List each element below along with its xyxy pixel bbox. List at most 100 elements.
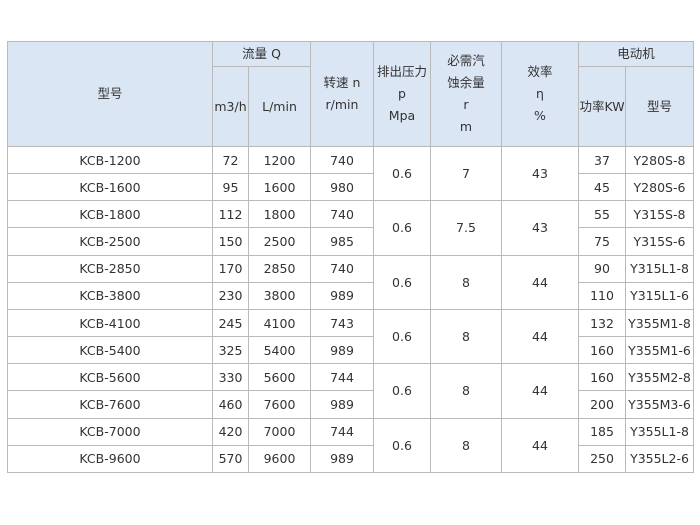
table-header: 型号 流量 Q 转速 n r/min 排出压力 p Mpa 必需汽 蚀余量 r m 效率 η%… — [7, 41, 695, 147]
table-row: KCB-1600 95 1600 980 45 Y280S-6 — [7, 173, 695, 202]
header-motor: 电动机 — [577, 41, 695, 67]
cell-motor-power: 55 — [578, 200, 626, 229]
cell-pressure: 0.6 — [373, 308, 431, 365]
cell-pressure: 0.6 — [373, 254, 431, 310]
cell-motor-model: Y355M1-8 — [624, 308, 695, 338]
cell-model: KCB-1600 — [7, 173, 213, 202]
cell-motor-power: 45 — [578, 173, 626, 202]
cell-motor-model: Y315L1-6 — [624, 281, 695, 310]
cell-motor-power: 185 — [578, 417, 626, 446]
cell-pressure: 0.6 — [373, 200, 431, 256]
cell-motor-power: 200 — [578, 390, 626, 419]
cell-speed: 740 — [310, 145, 374, 175]
cell-pressure: 0.6 — [373, 145, 431, 202]
cell-npsh: 7.5 — [430, 200, 502, 256]
table-row: KCB-7000 420 7000 744 0.6 8 44 185 Y355L1-8 — [7, 417, 695, 474]
cell-flow-m3h: 95 — [212, 173, 249, 202]
cell-motor-model: Y355L2-6 — [624, 444, 695, 474]
cell-speed: 985 — [310, 227, 374, 256]
cell-flow-lmin: 7600 — [248, 390, 311, 419]
header-flow-m3h: m3/h — [212, 66, 249, 147]
cell-motor-model: Y280S-8 — [624, 145, 695, 175]
header-motor-power: 功率KW — [578, 66, 626, 147]
cell-motor-power: 90 — [578, 254, 626, 283]
cell-flow-m3h: 72 — [212, 145, 249, 175]
cell-model: KCB-4100 — [7, 308, 213, 338]
cell-pressure: 0.6 — [373, 417, 431, 474]
cell-model: KCB-1200 — [7, 145, 213, 175]
cell-motor-model: Y280S-6 — [624, 173, 695, 202]
cell-efficiency: 44 — [501, 254, 579, 310]
cell-flow-lmin: 3800 — [248, 281, 311, 310]
cell-flow-lmin: 1600 — [248, 173, 311, 202]
cell-flow-m3h: 230 — [212, 281, 249, 310]
cell-flow-lmin: 4100 — [248, 308, 311, 338]
cell-flow-lmin: 5600 — [248, 363, 311, 392]
cell-speed: 744 — [310, 417, 374, 446]
cell-npsh: 8 — [430, 308, 502, 365]
cell-speed: 743 — [310, 308, 374, 338]
header-flow: 流量 Q — [212, 41, 311, 67]
cell-speed: 989 — [310, 336, 374, 365]
cell-flow-lmin: 5400 — [248, 336, 311, 365]
cell-flow-lmin: 9600 — [248, 444, 311, 474]
cell-motor-power: 132 — [578, 308, 626, 338]
cell-flow-m3h: 245 — [212, 308, 249, 338]
cell-flow-m3h: 170 — [212, 254, 249, 283]
table-row: KCB-4100 245 4100 743 0.6 8 44 132 Y355M1-8 — [7, 308, 695, 365]
cell-motor-model: Y355M3-6 — [624, 390, 695, 419]
cell-motor-model: Y315S-8 — [624, 200, 695, 229]
cell-model: KCB-3800 — [7, 281, 213, 310]
cell-efficiency: 44 — [501, 363, 579, 419]
cell-model: KCB-2500 — [7, 227, 213, 256]
cell-efficiency: 44 — [501, 417, 579, 474]
header-model: 型号 — [7, 41, 213, 147]
cell-flow-m3h: 570 — [212, 444, 249, 474]
cell-speed: 989 — [310, 444, 374, 474]
header-motor-model: 型号 — [624, 66, 695, 147]
table-body: KCB-1200 72 1200 740 0.6 7 43 37 Y280S-8 KCB-1600… — [7, 145, 695, 474]
table-row: KCB-7600 460 7600 989 200 Y355M3-6 — [7, 390, 695, 419]
cell-npsh: 8 — [430, 254, 502, 310]
cell-model: KCB-5600 — [7, 363, 213, 392]
cell-motor-model: Y355M2-8 — [624, 363, 695, 392]
table-row: KCB-3800 230 3800 989 110 Y315L1-6 — [7, 281, 695, 310]
cell-flow-lmin: 7000 — [248, 417, 311, 446]
cell-model: KCB-7600 — [7, 390, 213, 419]
cell-flow-lmin: 1800 — [248, 200, 311, 229]
table-row: KCB-5600 330 5600 744 0.6 8 44 160 Y355M2-8 — [7, 363, 695, 419]
cell-motor-power: 160 — [578, 336, 626, 365]
cell-motor-power: 75 — [578, 227, 626, 256]
cell-motor-model: Y315S-6 — [624, 227, 695, 256]
cell-npsh: 7 — [430, 145, 502, 202]
cell-model: KCB-1800 — [7, 200, 213, 229]
cell-efficiency: 44 — [501, 308, 579, 365]
cell-npsh: 8 — [430, 417, 502, 474]
cell-model: KCB-2850 — [7, 254, 213, 283]
cell-motor-model: Y355M1-6 — [624, 336, 695, 365]
header-pressure: 排出压力 p Mpa — [373, 41, 431, 147]
cell-motor-model: Y315L1-8 — [624, 254, 695, 283]
cell-flow-lmin: 2500 — [248, 227, 311, 256]
pump-spec-table: 型号 流量 Q 转速 n r/min 排出压力 p Mpa 必需汽 蚀余量 r m 效率 η%… — [7, 41, 695, 474]
cell-speed: 744 — [310, 363, 374, 392]
table-row: KCB-2850 170 2850 740 0.6 8 44 90 Y315L1-8 — [7, 254, 695, 310]
header-flow-lmin: L/min — [248, 66, 311, 147]
table-row: KCB-1800 112 1800 740 0.6 7.5 43 55 Y315S-8 — [7, 200, 695, 256]
cell-model: KCB-7000 — [7, 417, 213, 446]
cell-motor-power: 160 — [578, 363, 626, 392]
cell-flow-m3h: 460 — [212, 390, 249, 419]
cell-speed: 989 — [310, 281, 374, 310]
cell-flow-m3h: 150 — [212, 227, 249, 256]
cell-flow-m3h: 112 — [212, 200, 249, 229]
cell-speed: 740 — [310, 200, 374, 229]
cell-speed: 740 — [310, 254, 374, 283]
cell-npsh: 8 — [430, 363, 502, 419]
header-npsh: 必需汽 蚀余量 r m — [430, 41, 502, 147]
header-efficiency: 效率 η% — [501, 41, 579, 147]
table-row: KCB-5400 325 5400 989 160 Y355M1-6 — [7, 336, 695, 365]
cell-motor-model: Y355L1-8 — [624, 417, 695, 446]
cell-flow-lmin: 2850 — [248, 254, 311, 283]
cell-speed: 989 — [310, 390, 374, 419]
cell-flow-lmin: 1200 — [248, 145, 311, 175]
